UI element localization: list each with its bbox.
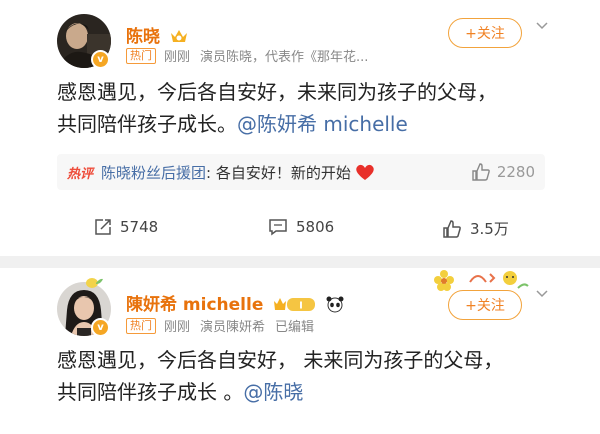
post-meta: 热门 刚刚 演员陳妍希 已编辑	[126, 316, 314, 335]
like-button[interactable]: 3.5万	[442, 218, 509, 239]
panda-icon	[326, 296, 344, 313]
verified-icon: v	[91, 50, 110, 69]
repost-button[interactable]: 5748	[94, 218, 158, 236]
weibo-post-chenxiao: v 陈晓 热门 刚刚 演员陈晓，代表作《那年花... +关注 感恩遇见，今后各自…	[0, 0, 600, 256]
level-badge: I	[273, 295, 317, 313]
post-time: 刚刚	[164, 320, 191, 335]
chevron-down-icon[interactable]	[536, 288, 548, 300]
heart-icon	[356, 164, 374, 180]
hot-tag: 热门	[126, 317, 156, 334]
hot-comment-like[interactable]: 2280	[471, 162, 535, 182]
sprout-decoration-icon	[86, 278, 103, 288]
post-content-line1: 感恩遇见，今后各自安好， 未来同为孩子的父母，	[57, 348, 504, 372]
hot-tag: 热门	[126, 47, 156, 64]
follow-button[interactable]: +关注	[448, 290, 522, 320]
comment-icon	[269, 219, 287, 236]
weibo-post-chenyanxi: v 陳妍希 michelle I 热门 刚刚 演员陳妍希 已编辑 +关注 感恩遇…	[0, 268, 600, 434]
hot-comment-text: : 各自安好！新的开始	[206, 163, 351, 182]
repost-icon	[95, 219, 111, 235]
hot-comment[interactable]: 热评 陈晓粉丝后援团 : 各自安好！新的开始 2280	[57, 154, 545, 190]
author-description: 演员陈晓，代表作《那年花...	[200, 50, 369, 65]
post-time: 刚刚	[164, 50, 191, 65]
level-text: I	[299, 301, 303, 312]
author-name[interactable]: 陈晓	[126, 22, 189, 47]
follow-button[interactable]: +关注	[448, 18, 522, 48]
hot-comment-like-count: 2280	[496, 163, 535, 181]
comment-button[interactable]: 5806	[268, 218, 334, 236]
thumbs-up-icon	[443, 219, 461, 238]
post-content-line2: 共同陪伴孩子成长 。	[57, 380, 244, 404]
chevron-down-icon[interactable]	[536, 20, 548, 32]
author-description: 演员陳妍希	[200, 320, 266, 335]
post-meta: 热门 刚刚 演员陈晓，代表作《那年花...	[126, 46, 368, 65]
post-content: 感恩遇见，今后各自安好，未来同为孩子的父母， 共同陪伴孩子成长。@陈妍希 mic…	[57, 76, 497, 140]
post-divider	[0, 256, 600, 268]
post-content: 感恩遇见，今后各自安好， 未来同为孩子的父母， 共同陪伴孩子成长 。@陈晓	[57, 344, 503, 408]
edited-label: 已编辑	[275, 320, 315, 335]
mention-link[interactable]: @陈晓	[243, 380, 303, 404]
repost-count: 5748	[120, 218, 159, 236]
like-count: 3.5万	[470, 220, 509, 238]
hot-comment-user[interactable]: 陈晓粉丝后援团	[101, 162, 206, 183]
action-bar: 5748 5806 3.5万	[0, 210, 600, 246]
hot-comment-tag: 热评	[67, 166, 94, 182]
crown-badge-icon	[170, 30, 187, 42]
verified-icon: v	[91, 318, 110, 337]
crown-level-icon: I	[274, 298, 316, 312]
thumbs-up-icon	[472, 163, 490, 181]
author-name[interactable]: 陳妍希 michelle I	[126, 290, 345, 315]
post-content-line1: 感恩遇见，今后各自安好，未来同为孩子的父母，	[57, 80, 497, 104]
comment-count: 5806	[296, 218, 335, 236]
post-content-line2: 共同陪伴孩子成长。	[57, 112, 237, 136]
mention-link[interactable]: @陈妍希 michelle	[237, 112, 408, 136]
